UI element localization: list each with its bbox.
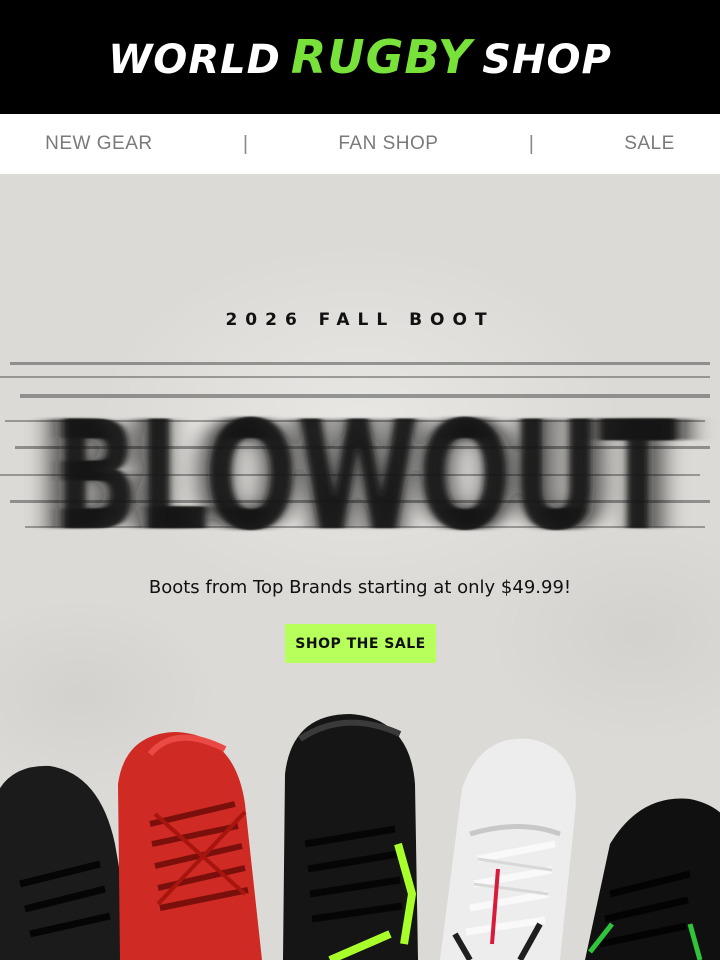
boot-black-left (0, 765, 135, 960)
hero-banner[interactable]: 2026 FALL BOOT BLOWOUT BLOWOUT Boots fro… (0, 174, 720, 960)
nav-link-new-gear[interactable]: NEW GEAR (45, 133, 152, 155)
world-rugby-shop-logo[interactable]: WORLD RUGBY SHOP (108, 30, 612, 84)
headline-container: BLOWOUT BLOWOUT (0, 350, 720, 550)
email-page: WORLD RUGBY SHOP NEW GEAR | FAN SHOP | S… (0, 0, 720, 960)
nav-link-fan-shop[interactable]: FAN SHOP (338, 133, 438, 155)
headline-svg: BLOWOUT BLOWOUT (0, 362, 710, 550)
hero-kicker: 2026 FALL BOOT (225, 310, 495, 330)
nav-separator: | (242, 132, 249, 155)
logo-word-shop: SHOP (482, 37, 612, 83)
boot-white (440, 738, 576, 960)
shop-the-sale-button[interactable]: SHOP THE SALE (285, 624, 436, 663)
hero-tagline: Boots from Top Brands starting at only $… (148, 577, 572, 598)
boot-black-right (585, 798, 720, 960)
top-nav: NEW GEAR | FAN SHOP | SALE (0, 114, 720, 174)
headline-text: BLOWOUT (55, 390, 675, 550)
boots-image (0, 714, 720, 960)
nav-link-sale[interactable]: SALE (624, 133, 675, 155)
boot-black-center (283, 714, 418, 960)
nav-separator: | (528, 132, 534, 155)
boot-red (118, 732, 262, 960)
logo-word-world: WORLD (108, 37, 281, 83)
header-bar: WORLD RUGBY SHOP (0, 0, 720, 114)
logo-word-rugby: RUGBY (290, 30, 473, 84)
